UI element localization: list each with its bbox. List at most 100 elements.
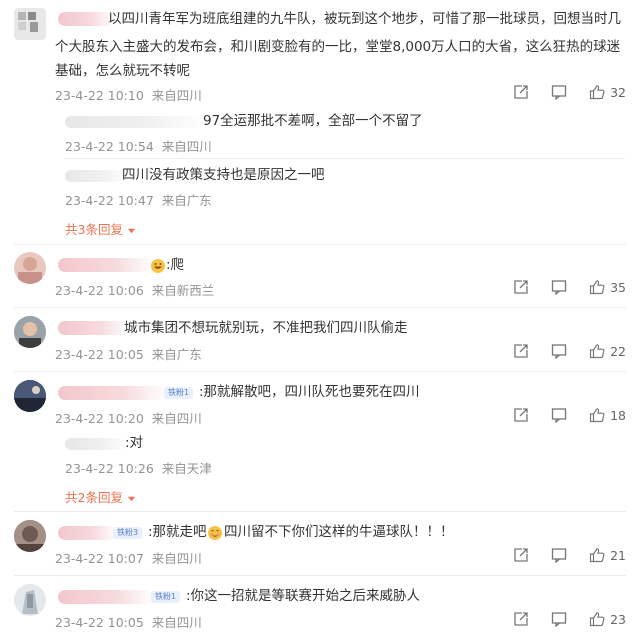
share-button[interactable]	[513, 407, 529, 423]
avatar[interactable]	[14, 584, 46, 616]
avatar[interactable]	[14, 252, 46, 284]
reply-date: 23-4-22 10:54	[65, 139, 154, 154]
username-blurred[interactable]	[58, 526, 116, 540]
share-icon	[513, 611, 529, 627]
more-replies-link[interactable]: 共3条回复	[65, 219, 136, 238]
comment-actions: 35	[491, 279, 626, 295]
share-button[interactable]	[513, 547, 529, 563]
divider	[14, 307, 626, 308]
more-replies-label: 共2条回复	[65, 490, 123, 505]
avatar[interactable]	[14, 520, 46, 552]
comment-text-continued: 四川留不下你们这样的牛逼球队！！！	[224, 524, 454, 540]
reply-date: 23-4-22 10:47	[65, 193, 154, 208]
reply-text: 97全运那批不差啊，全部一个不留了	[203, 113, 423, 129]
divider	[14, 575, 626, 576]
comment-date: 23-4-22 10:06	[55, 283, 144, 298]
like-icon	[589, 84, 605, 100]
reply-list: :对 23-4-22 10:26 来自天津 共2条回复	[55, 428, 625, 510]
comment-button[interactable]	[551, 407, 567, 423]
reply-text: :对	[125, 435, 144, 451]
comment-icon	[551, 407, 567, 423]
fan-badge: 铁粉1	[164, 387, 194, 399]
comment-icon	[551, 84, 567, 100]
comment-location: 来自四川	[151, 551, 202, 566]
like-icon	[589, 407, 605, 423]
comment-icon	[551, 279, 567, 295]
comment-text-line: 基础，怎么就玩不转呢	[55, 63, 190, 79]
chevron-down-icon	[127, 496, 136, 502]
share-icon	[513, 279, 529, 295]
comment-location: 来自四川	[151, 411, 202, 426]
share-button[interactable]	[513, 84, 529, 100]
share-button[interactable]	[513, 279, 529, 295]
comment-date: 23-4-22 10:07	[55, 551, 144, 566]
username-blurred[interactable]	[58, 321, 128, 335]
reply-location: 来自四川	[161, 139, 212, 154]
like-button[interactable]: 32	[589, 84, 626, 100]
fan-badge: 铁粉1	[151, 591, 181, 603]
comment-meta: 23-4-22 10:20 来自四川	[55, 408, 202, 427]
username-blurred[interactable]	[58, 386, 166, 400]
comment-button[interactable]	[551, 343, 567, 359]
comment-button[interactable]	[551, 547, 567, 563]
reply-username-blurred[interactable]	[65, 116, 205, 128]
username-blurred[interactable]	[58, 258, 153, 272]
like-button[interactable]: 18	[589, 407, 626, 423]
reply-meta: 23-4-22 10:54 来自四川	[65, 136, 212, 155]
comment-meta: 23-4-22 10:05 来自广东	[55, 344, 202, 363]
share-icon	[513, 343, 529, 359]
comment-text: :那就走吧	[148, 524, 207, 540]
more-replies-link[interactable]: 共2条回复	[65, 487, 136, 506]
divider	[65, 158, 625, 159]
comment-actions: 18	[491, 407, 626, 423]
comment-location: 来自四川	[151, 615, 202, 630]
comment-meta: 23-4-22 10:07 来自四川	[55, 548, 202, 567]
divider	[14, 511, 626, 512]
comment-text: :你这一招就是等联赛开始之后来威胁人	[186, 588, 421, 604]
reply-username-blurred[interactable]	[65, 438, 127, 450]
comment-meta: 23-4-22 10:10 来自四川	[55, 85, 202, 104]
comment-location: 来自新西兰	[151, 283, 215, 298]
blush-emoji	[207, 525, 223, 541]
comment-date: 23-4-22 10:10	[55, 88, 144, 103]
like-count: 35	[610, 279, 626, 295]
reply-list: 97全运那批不差啊，全部一个不留了 23-4-22 10:54 来自四川 四川没…	[55, 106, 625, 244]
avatar[interactable]	[14, 8, 46, 40]
share-button[interactable]	[513, 343, 529, 359]
like-icon	[589, 279, 605, 295]
avatar[interactable]	[14, 380, 46, 412]
comment-actions: 22	[491, 343, 626, 359]
comment-text-line: 个大股东入主盛大的发布会，和川剧变脸有的一比，堂堂8,000万人口的大省，这么狂…	[55, 39, 621, 55]
like-icon	[589, 611, 605, 627]
comment-icon	[551, 343, 567, 359]
like-count: 32	[610, 84, 626, 100]
like-button[interactable]: 21	[589, 547, 626, 563]
like-button[interactable]: 35	[589, 279, 626, 295]
comment-actions: 21	[491, 547, 626, 563]
avatar[interactable]	[14, 316, 46, 348]
share-button[interactable]	[513, 611, 529, 627]
comment-button[interactable]	[551, 279, 567, 295]
reply-meta: 23-4-22 10:47 来自广东	[65, 190, 212, 209]
comment-date: 23-4-22 10:05	[55, 347, 144, 362]
like-button[interactable]: 23	[589, 611, 626, 627]
comment-meta: 23-4-22 10:05 来自四川	[55, 612, 202, 631]
divider	[14, 371, 626, 372]
more-replies-label: 共3条回复	[65, 222, 123, 237]
reply-username-blurred[interactable]	[65, 170, 125, 182]
reply-location: 来自广东	[161, 193, 212, 208]
reply-meta: 23-4-22 10:26 来自天津	[65, 458, 212, 477]
comment-button[interactable]	[551, 84, 567, 100]
like-count: 23	[610, 611, 626, 627]
like-count: 21	[610, 547, 626, 563]
comment-text: 城市集团不想玩就别玩，不准把我们四川队偷走	[124, 320, 408, 336]
username-blurred[interactable]	[58, 12, 114, 26]
comment-actions: 23	[491, 611, 626, 627]
comment-actions: 32	[491, 84, 626, 100]
comment-button[interactable]	[551, 611, 567, 627]
comment-icon	[551, 611, 567, 627]
like-button[interactable]: 22	[589, 343, 626, 359]
username-blurred[interactable]	[58, 590, 153, 604]
reply-location: 来自天津	[161, 461, 212, 476]
like-count: 18	[610, 407, 626, 423]
